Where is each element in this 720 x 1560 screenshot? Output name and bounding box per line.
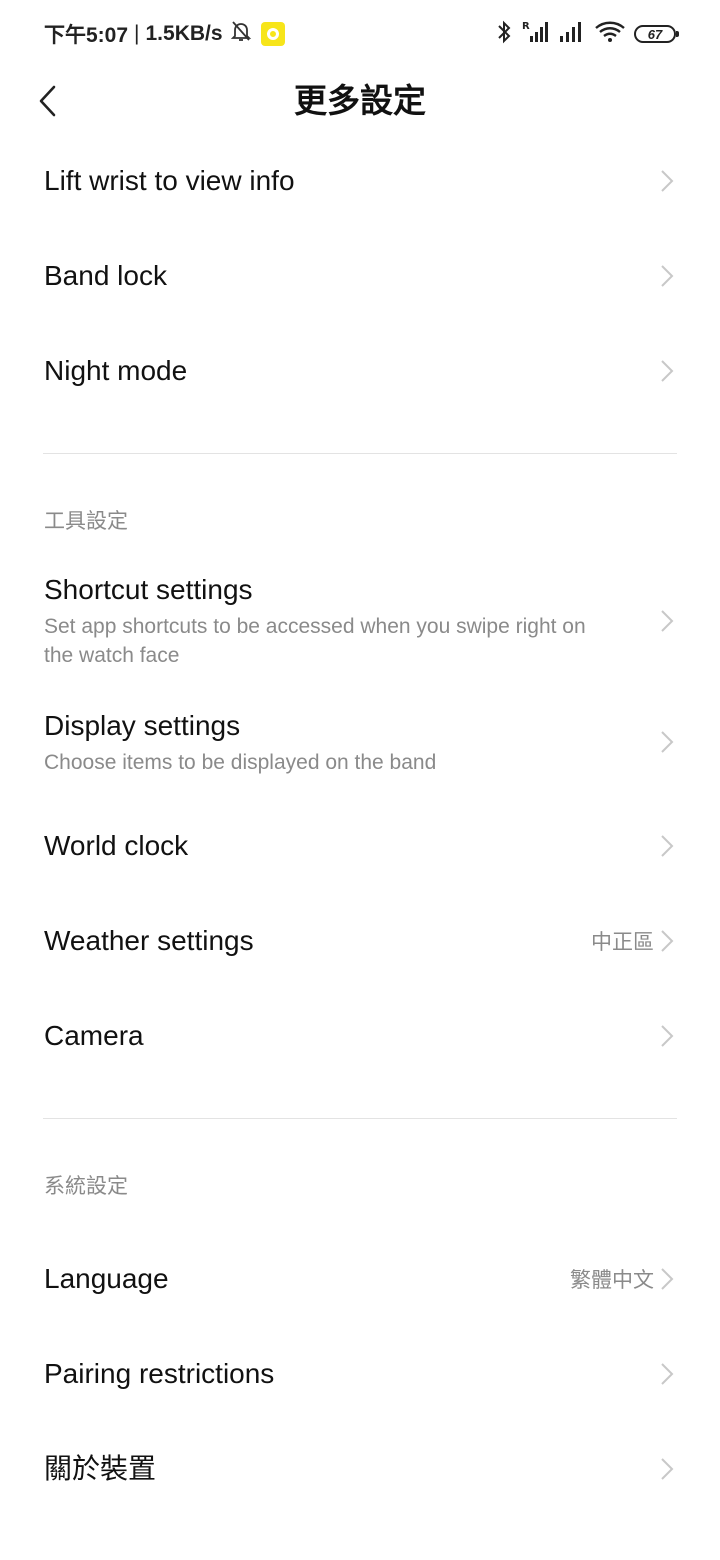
wifi-icon [594, 19, 626, 50]
section-header-system: 系統設定 [44, 1175, 128, 1198]
setting-label: Shortcut settings [44, 574, 253, 605]
setting-description: Choose items to be displayed on the band [44, 750, 437, 774]
setting-label: Lift wrist to view info [44, 164, 295, 196]
status-bar: 下午5:07 | 1.5KB/s R 67 [0, 0, 720, 66]
setting-label: Display settings [44, 709, 241, 741]
chevron-right-icon [661, 1457, 674, 1480]
chevron-right-icon [661, 1024, 674, 1047]
setting-pairing-restrictions[interactable]: Pairing restrictions [0, 1326, 720, 1421]
setting-label: Language [44, 1262, 169, 1294]
setting-label: Weather settings [44, 924, 254, 956]
page-title: 更多設定 [294, 82, 426, 119]
setting-night-mode[interactable]: Night mode [0, 323, 720, 418]
header: 更多設定 [0, 66, 720, 136]
setting-value: 中正區 [591, 930, 654, 954]
setting-band-lock[interactable]: Band lock [0, 228, 720, 323]
setting-about-device[interactable]: 關於裝置 [0, 1421, 720, 1516]
chevron-left-icon [39, 85, 56, 117]
settings-list: Lift wrist to view info Band lock Night … [0, 133, 720, 1516]
chevron-right-icon [661, 359, 674, 382]
setting-label: World clock [44, 829, 189, 861]
setting-camera[interactable]: Camera [0, 988, 720, 1083]
setting-world-clock[interactable]: World clock [0, 798, 720, 893]
setting-label: Camera [44, 1019, 144, 1051]
status-left: 下午5:07 | 1.5KB/s [44, 18, 285, 50]
setting-language[interactable]: Language 繁體中文 [0, 1231, 720, 1326]
mute-bell-icon [229, 19, 253, 49]
chevron-right-icon [661, 1362, 674, 1385]
chevron-right-icon [661, 929, 674, 952]
signal-icon [558, 19, 586, 50]
setting-label: Night mode [44, 354, 188, 386]
status-time: 下午5:07 [44, 24, 129, 47]
chevron-right-icon [661, 264, 674, 287]
setting-description: Set app shortcuts to be accessed when yo… [44, 615, 586, 667]
chevron-right-icon [661, 731, 674, 753]
chevron-right-icon [661, 1267, 674, 1290]
battery-icon: 67 [634, 25, 679, 43]
app-notification-icon [260, 22, 285, 46]
setting-shortcut[interactable]: Shortcut settings Set app shortcuts to b… [0, 556, 720, 686]
network-speed: 1.5KB/s [145, 22, 223, 45]
chevron-right-icon [661, 834, 674, 857]
section-header-tools: 工具設定 [44, 510, 128, 533]
chevron-right-icon [661, 169, 674, 192]
setting-label: 關於裝置 [44, 1452, 157, 1484]
battery-level: 67 [647, 26, 663, 42]
status-right: R 67 [496, 18, 679, 50]
bluetooth-icon [496, 19, 512, 50]
back-button[interactable] [30, 80, 64, 122]
signal-roaming-icon: R [520, 19, 550, 50]
setting-label: Band lock [44, 259, 167, 291]
setting-weather[interactable]: Weather settings 中正區 [0, 893, 720, 988]
status-separator: | [134, 22, 140, 45]
svg-text:R: R [522, 21, 530, 32]
setting-label: Pairing restrictions [44, 1357, 275, 1389]
setting-value: 繁體中文 [570, 1268, 654, 1292]
setting-display[interactable]: Display settings Choose items to be disp… [0, 686, 720, 798]
setting-lift-wrist[interactable]: Lift wrist to view info [0, 133, 720, 228]
chevron-right-icon [661, 610, 674, 632]
